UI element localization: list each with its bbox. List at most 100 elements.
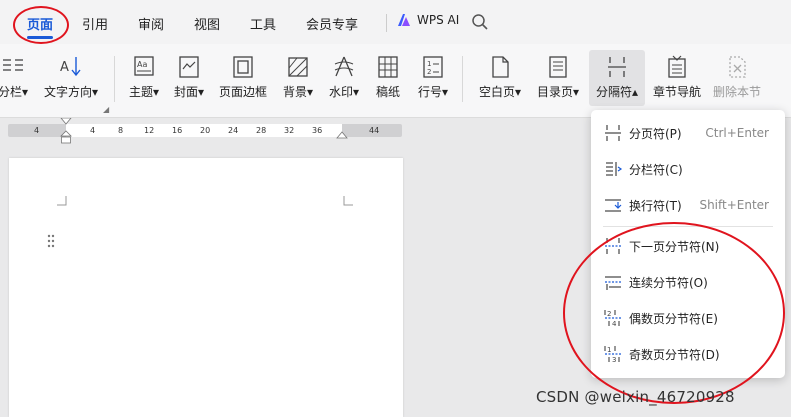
ruler-number: 36 [312,126,323,135]
separator-button[interactable]: 分隔符▴ [589,50,645,106]
background-button[interactable]: 背景▾ [276,50,320,106]
dialog-launcher-icon[interactable]: ◢ [103,105,109,114]
ruler-number: 4 [34,126,40,135]
svg-text:1: 1 [427,60,431,68]
blank-page-icon [492,56,509,78]
menu-item-page-break[interactable]: 分页符(P) Ctrl+Enter [591,118,785,148]
ruler-number: 20 [200,126,211,135]
menu-item-column-break[interactable]: 分栏符(C) [591,154,785,184]
ruler-number: 28 [256,126,267,135]
indent-marker-icon[interactable] [60,118,72,146]
ribbon-divider [462,56,463,102]
tab-references[interactable]: 引用 [82,14,108,33]
toc-page-icon [549,56,567,78]
theme-icon: Aa [134,56,154,76]
section-nav-icon [668,55,686,78]
menu-item-label: 分栏符(C) [629,162,683,177]
drag-handle-icon[interactable] [47,234,55,248]
menu-item-label: 偶数页分节符(E) [629,311,718,326]
menu-item-next-page-section[interactable]: 下一页分节符(N) [591,231,785,261]
manuscript-label: 稿纸 [375,85,400,99]
svg-text:A: A [60,60,69,75]
right-indent-marker-icon[interactable] [336,130,348,140]
document-page[interactable] [9,158,403,417]
manuscript-icon [378,56,398,78]
wps-ai-label: WPS AI [417,13,460,27]
tab-member[interactable]: 会员专享 [306,14,358,33]
delete-section-label: 删除本节 [712,85,761,99]
watermark-button[interactable]: 水印▾ [322,50,366,106]
svg-text:4: 4 [612,320,617,328]
delete-section-button[interactable]: 删除本节 [710,50,764,106]
tab-page[interactable]: 页面 [27,14,53,33]
menu-item-even-page-section[interactable]: 2 4 偶数页分节符(E) [591,303,785,333]
search-icon[interactable] [471,13,489,31]
watermark-icon [334,56,354,77]
line-number-button[interactable]: 1 2 行号▾ [412,50,454,106]
ruler-number: 44 [369,126,380,135]
menu-item-shortcut: Ctrl+Enter [705,126,769,140]
toc-page-label: 目录页▾ [536,85,580,99]
menu-item-odd-page-section[interactable]: 1 3 奇数页分节符(D) [591,339,785,369]
page-border-icon [233,56,253,78]
svg-text:2: 2 [427,68,431,76]
menu-item-label: 连续分节符(O) [629,275,708,290]
ribbon-divider [114,56,115,102]
menu-item-label: 换行符(T) [629,198,682,213]
menu-divider [603,226,773,227]
cover-icon [179,56,199,78]
delete-section-icon [729,56,746,78]
wps-ai-button[interactable]: WPS AI [396,12,459,28]
page-border-button[interactable]: 页面边框 [214,50,272,106]
svg-text:3: 3 [612,356,616,364]
ruler-number: 4 [90,126,96,135]
manuscript-button[interactable]: 稿纸 [370,50,406,106]
svg-text:2: 2 [607,310,611,318]
menu-item-label: 下一页分节符(N) [629,239,720,254]
columns-icon [3,59,23,71]
next-page-section-icon [605,238,621,254]
line-break-icon [605,199,622,212]
ruler-number: 8 [118,126,124,135]
line-number-label: 行号▾ [417,85,449,99]
tab-view[interactable]: 视图 [194,14,220,33]
toc-page-button[interactable]: 目录页▾ [532,50,584,106]
background-icon [288,57,308,77]
cover-button[interactable]: 封面▾ [168,50,210,106]
crop-mark-icon [57,196,67,206]
separator-icon [608,57,626,77]
line-number-icon: 1 2 [423,56,443,78]
columns-button[interactable]: 分栏▾ [0,50,30,106]
blank-page-label: 空白页▾ [478,85,522,99]
ruler-number: 32 [284,126,295,135]
separator-dropdown-menu: 分页符(P) Ctrl+Enter 分栏符(C) 换行符(T) Shift+En… [591,110,785,378]
menu-item-label: 奇数页分节符(D) [629,347,720,362]
page-border-label: 页面边框 [218,85,267,99]
tab-review[interactable]: 审阅 [138,14,164,33]
cover-label: 封面▾ [173,85,205,99]
watermark-text: CSDN @weixin_46720928 [536,388,735,406]
blank-page-button[interactable]: 空白页▾ [474,50,526,106]
svg-text:1: 1 [607,346,611,354]
menu-item-line-break[interactable]: 换行符(T) Shift+Enter [591,190,785,220]
continuous-section-icon [605,276,621,290]
wps-ai-logo-icon [398,14,410,26]
section-nav-button[interactable]: 章节导航 [650,50,704,106]
separator-label: 分隔符▴ [595,85,639,99]
column-break-icon [606,162,623,176]
theme-label: 主题▾ [128,85,160,99]
menu-item-label: 分页符(P) [629,126,682,141]
even-page-section-icon: 2 4 [604,310,621,328]
crop-mark-icon [343,196,353,206]
menu-item-shortcut: Shift+Enter [699,198,769,212]
text-direction-label: 文字方向▾ [43,85,99,99]
tab-bar: 页面 引用 审阅 视图 工具 会员专享 WPS AI [0,0,791,44]
section-nav-label: 章节导航 [652,85,701,99]
tab-tools[interactable]: 工具 [250,14,276,33]
active-tab-underline [27,36,53,39]
background-label: 背景▾ [282,85,314,99]
text-direction-button[interactable]: A 文字方向▾ [40,50,102,106]
menu-item-continuous-section[interactable]: 连续分节符(O) [591,267,785,297]
theme-button[interactable]: Aa 主题▾ [124,50,164,106]
watermark-label: 水印▾ [328,85,360,99]
